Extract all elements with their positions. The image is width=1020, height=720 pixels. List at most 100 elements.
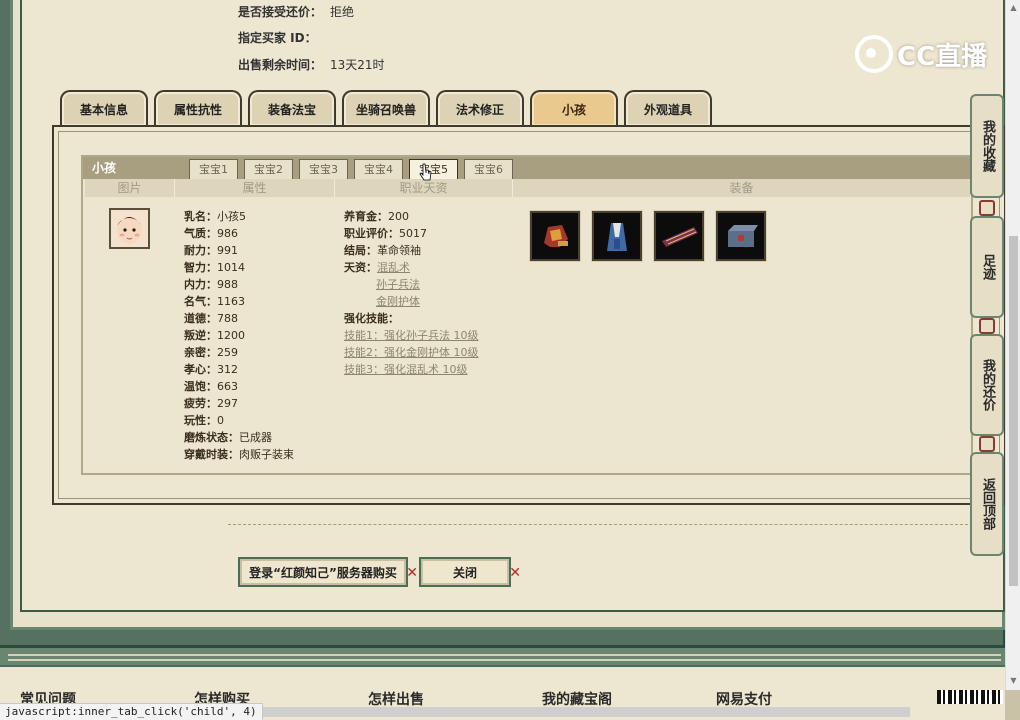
pointer-cursor-icon bbox=[419, 163, 432, 181]
attr-key: 疲劳： bbox=[184, 397, 217, 410]
col-head-equipment: 装备 bbox=[513, 179, 971, 197]
attr-key: 智力： bbox=[184, 261, 217, 274]
tab-attributes-resistance[interactable]: 属性抗性 bbox=[154, 90, 242, 126]
attr-key: 内力： bbox=[184, 278, 217, 291]
skill-row: 技能2：强化金刚护体 10级 bbox=[344, 344, 479, 361]
talent-label: 天资： bbox=[344, 261, 377, 274]
attr-key: 温饱： bbox=[184, 380, 217, 393]
attr-key: 名气： bbox=[184, 295, 217, 308]
equip-slot-icon-armor[interactable] bbox=[530, 211, 580, 261]
back-to-top-button[interactable]: 返回顶部 bbox=[970, 452, 1004, 556]
footer-link-netease-pay[interactable]: 网易支付 bbox=[716, 689, 890, 709]
attr-value: 988 bbox=[217, 278, 238, 291]
attr-value: 肉贩子装束 bbox=[239, 448, 294, 461]
tab-basic-info[interactable]: 基本信息 bbox=[60, 90, 148, 126]
footprints-button[interactable]: 足迹 bbox=[970, 216, 1004, 318]
career-ending-row: 结局：革命领袖 bbox=[344, 242, 479, 259]
skill-link[interactable]: 技能3：强化混乱术 10级 bbox=[344, 363, 468, 376]
attr-key: 气质： bbox=[184, 227, 217, 240]
rating-value: 5017 bbox=[399, 227, 427, 240]
scroll-up-icon[interactable]: ▲ bbox=[1009, 3, 1018, 12]
attr-key: 道德： bbox=[184, 312, 217, 325]
accept-counteroffer-row: 是否接受还价： 拒绝 bbox=[238, 3, 354, 20]
ending-value: 革命领袖 bbox=[377, 244, 421, 257]
attr-value: 1163 bbox=[217, 295, 245, 308]
talent-link[interactable]: 金刚护体 bbox=[376, 295, 420, 308]
attr-value: 297 bbox=[217, 397, 238, 410]
attr-value: 986 bbox=[217, 227, 238, 240]
rating-label: 职业评价： bbox=[344, 227, 399, 240]
my-favorites-button[interactable]: 我的收藏 bbox=[970, 94, 1004, 198]
designated-buyer-row: 指定买家 ID： bbox=[238, 29, 325, 46]
tab-baby-5[interactable]: 宝宝5 bbox=[409, 159, 458, 179]
attr-key: 孝心： bbox=[184, 363, 217, 376]
browser-status-bar: javascript:inner_tab_click('child', 4) bbox=[0, 703, 263, 720]
equip-slot-icon-chest[interactable] bbox=[716, 211, 766, 261]
attr-row: 亲密：259 bbox=[184, 344, 294, 361]
equip-slot-icon-instrument[interactable] bbox=[654, 211, 704, 261]
attr-key: 玩性： bbox=[184, 414, 217, 427]
side-bar-connector bbox=[979, 436, 995, 452]
attr-value: 259 bbox=[217, 346, 238, 359]
attr-row: 疲劳：297 bbox=[184, 395, 294, 412]
close-label: 关闭 bbox=[452, 565, 477, 580]
child-avatar bbox=[109, 208, 150, 249]
equipment-slots bbox=[530, 211, 766, 261]
main-tab-bar: 基本信息 属性抗性 装备法宝 坐骑召唤兽 法术修正 小孩 外观道具 bbox=[60, 90, 712, 126]
attr-key: 磨炼状态： bbox=[184, 431, 239, 444]
cc-live-logo: CC直播 bbox=[855, 34, 987, 74]
attr-row: 玩性：0 bbox=[184, 412, 294, 429]
skills-heading-row: 强化技能： bbox=[344, 310, 479, 327]
tab-equipment-treasure[interactable]: 装备法宝 bbox=[248, 90, 336, 126]
talent-link[interactable]: 混乱术 bbox=[377, 261, 410, 274]
scroll-thumb[interactable] bbox=[1009, 236, 1018, 586]
attr-row: 耐力：991 bbox=[184, 242, 294, 259]
footer-decor-band bbox=[0, 645, 1005, 665]
tab-mounts-summons[interactable]: 坐骑召唤兽 bbox=[342, 90, 430, 126]
login-buy-label: 登录“红颜知己”服务器购买 bbox=[249, 565, 397, 580]
attr-key: 耐力： bbox=[184, 244, 217, 257]
equip-slot-icon-robe[interactable] bbox=[592, 211, 642, 261]
skill-link[interactable]: 技能1：强化孙子兵法 10级 bbox=[344, 329, 479, 342]
tab-baby-3[interactable]: 宝宝3 bbox=[299, 159, 348, 179]
login-buy-button[interactable]: 登录“红颜知己”服务器购买 ✕ bbox=[238, 557, 418, 587]
skills-label: 强化技能： bbox=[344, 312, 399, 325]
attr-key: 乳名： bbox=[184, 210, 217, 223]
tab-appearance-items[interactable]: 外观道具 bbox=[624, 90, 712, 126]
attr-row: 智力：1014 bbox=[184, 259, 294, 276]
fund-label: 养育金： bbox=[344, 210, 388, 223]
ending-label: 结局： bbox=[344, 244, 377, 257]
footer-link-my-collection[interactable]: 我的藏宝阁 bbox=[542, 689, 716, 709]
qr-code-icon bbox=[937, 690, 1003, 704]
horizontal-scrollbar[interactable] bbox=[180, 707, 910, 717]
fund-value: 200 bbox=[388, 210, 409, 223]
close-button[interactable]: 关闭 ✕ bbox=[419, 557, 521, 587]
attr-row: 名气：1163 bbox=[184, 293, 294, 310]
attr-row: 道德：788 bbox=[184, 310, 294, 327]
talent-link[interactable]: 孙子兵法 bbox=[376, 278, 420, 291]
designated-buyer-label: 指定买家 ID： bbox=[238, 31, 317, 45]
col-head-attributes: 属性 bbox=[175, 179, 335, 197]
side-bar-connector bbox=[979, 318, 995, 334]
child-career-list: 养育金：200 职业评价：5017 结局：革命领袖 天资：混乱术 孙子兵法 金刚… bbox=[344, 208, 479, 378]
attr-row: 气质：986 bbox=[184, 225, 294, 242]
tab-spell-modifiers[interactable]: 法术修正 bbox=[436, 90, 524, 126]
tab-baby-2[interactable]: 宝宝2 bbox=[244, 159, 293, 179]
tab-baby-4[interactable]: 宝宝4 bbox=[354, 159, 403, 179]
attr-row: 叛逆：1200 bbox=[184, 327, 294, 344]
section-divider bbox=[228, 524, 968, 525]
time-remaining-row: 出售剩余时间： 13天21时 bbox=[238, 56, 385, 73]
attr-row: 孝心：312 bbox=[184, 361, 294, 378]
tab-baby-6[interactable]: 宝宝6 bbox=[464, 159, 513, 179]
skill-link[interactable]: 技能2：强化金刚护体 10级 bbox=[344, 346, 479, 359]
child-box-title: 小孩 bbox=[92, 161, 117, 175]
tab-child[interactable]: 小孩 bbox=[530, 90, 618, 126]
child-attributes-list: 乳名：小孩5 气质：986 耐力：991 智力：1014 内力：988 名气：1… bbox=[184, 208, 294, 463]
scroll-down-icon[interactable]: ▼ bbox=[1009, 676, 1018, 685]
my-counteroffers-button[interactable]: 我的还价 bbox=[970, 334, 1004, 436]
baby-tab-bar: 宝宝1 宝宝2 宝宝3 宝宝4 宝宝5 宝宝6 bbox=[189, 159, 513, 179]
talent-row: 天资：混乱术 bbox=[344, 259, 479, 276]
vertical-scrollbar[interactable]: ▲ ▼ bbox=[1005, 0, 1020, 690]
tab-baby-1[interactable]: 宝宝1 bbox=[189, 159, 238, 179]
footer-link-how-to-sell[interactable]: 怎样出售 bbox=[368, 689, 542, 709]
